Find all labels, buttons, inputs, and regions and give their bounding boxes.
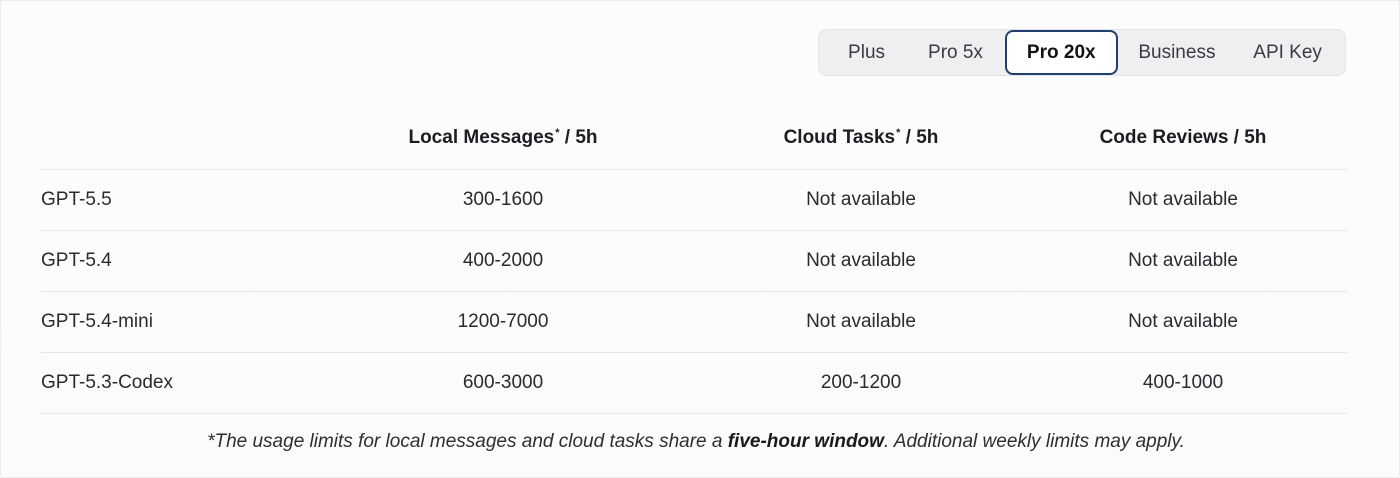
table-row: GPT-5.4-mini 1200-7000 Not available Not…	[41, 291, 1347, 353]
header-cloud-label: Cloud Tasks	[783, 127, 896, 148]
usage-limits-table: Local Messages* / 5h Cloud Tasks* / 5h C…	[41, 107, 1347, 414]
table-row: GPT-5.3-Codex 600-3000 200-1200 400-1000	[41, 352, 1347, 414]
tab-business[interactable]: Business	[1118, 30, 1237, 75]
tab-api-key[interactable]: API Key	[1236, 30, 1339, 75]
table-row: GPT-5.4 400-2000 Not available Not avail…	[41, 230, 1347, 292]
header-cloud-tasks: Cloud Tasks* / 5h	[703, 107, 1019, 170]
header-code-reviews: Code Reviews / 5h	[1019, 107, 1347, 170]
header-model	[41, 107, 303, 170]
code-reviews-value: Not available	[1019, 169, 1347, 231]
model-name: GPT-5.5	[41, 169, 303, 231]
table-header-row: Local Messages* / 5h Cloud Tasks* / 5h C…	[41, 107, 1347, 170]
code-reviews-value: Not available	[1019, 230, 1347, 292]
tab-pro-5x[interactable]: Pro 5x	[906, 30, 1005, 75]
header-local-label: Local Messages	[408, 127, 555, 148]
cloud-tasks-value: Not available	[703, 169, 1019, 231]
local-messages-value: 1200-7000	[303, 291, 703, 353]
cloud-tasks-value: Not available	[703, 291, 1019, 353]
plan-selector: Plus Pro 5x Pro 20x Business API Key	[818, 29, 1346, 76]
model-name: GPT-5.4-mini	[41, 291, 303, 353]
code-reviews-value: Not available	[1019, 291, 1347, 353]
footnote-text-after: . Additional weekly limits may apply.	[883, 431, 1185, 452]
usage-limits-panel: Plus Pro 5x Pro 20x Business API Key Loc…	[0, 0, 1400, 478]
cloud-tasks-value: 200-1200	[703, 352, 1019, 414]
footnote-emphasis: five-hour window	[727, 431, 884, 452]
local-messages-value: 400-2000	[303, 230, 703, 292]
footnote-text-before: *The usage limits for local messages and…	[207, 431, 728, 452]
tab-plus[interactable]: Plus	[827, 30, 906, 75]
model-name: GPT-5.4	[41, 230, 303, 292]
header-local-messages: Local Messages* / 5h	[303, 107, 703, 170]
tab-pro-20x[interactable]: Pro 20x	[1004, 30, 1118, 75]
local-messages-value: 300-1600	[303, 169, 703, 231]
table-row: GPT-5.5 300-1600 Not available Not avail…	[41, 169, 1347, 231]
header-local-suffix: / 5h	[559, 127, 598, 148]
local-messages-value: 600-3000	[303, 352, 703, 414]
usage-footnote: *The usage limits for local messages and…	[1, 431, 1391, 453]
code-reviews-value: 400-1000	[1019, 352, 1347, 414]
cloud-tasks-value: Not available	[703, 230, 1019, 292]
model-name: GPT-5.3-Codex	[41, 352, 303, 414]
header-cloud-suffix: / 5h	[900, 127, 939, 148]
